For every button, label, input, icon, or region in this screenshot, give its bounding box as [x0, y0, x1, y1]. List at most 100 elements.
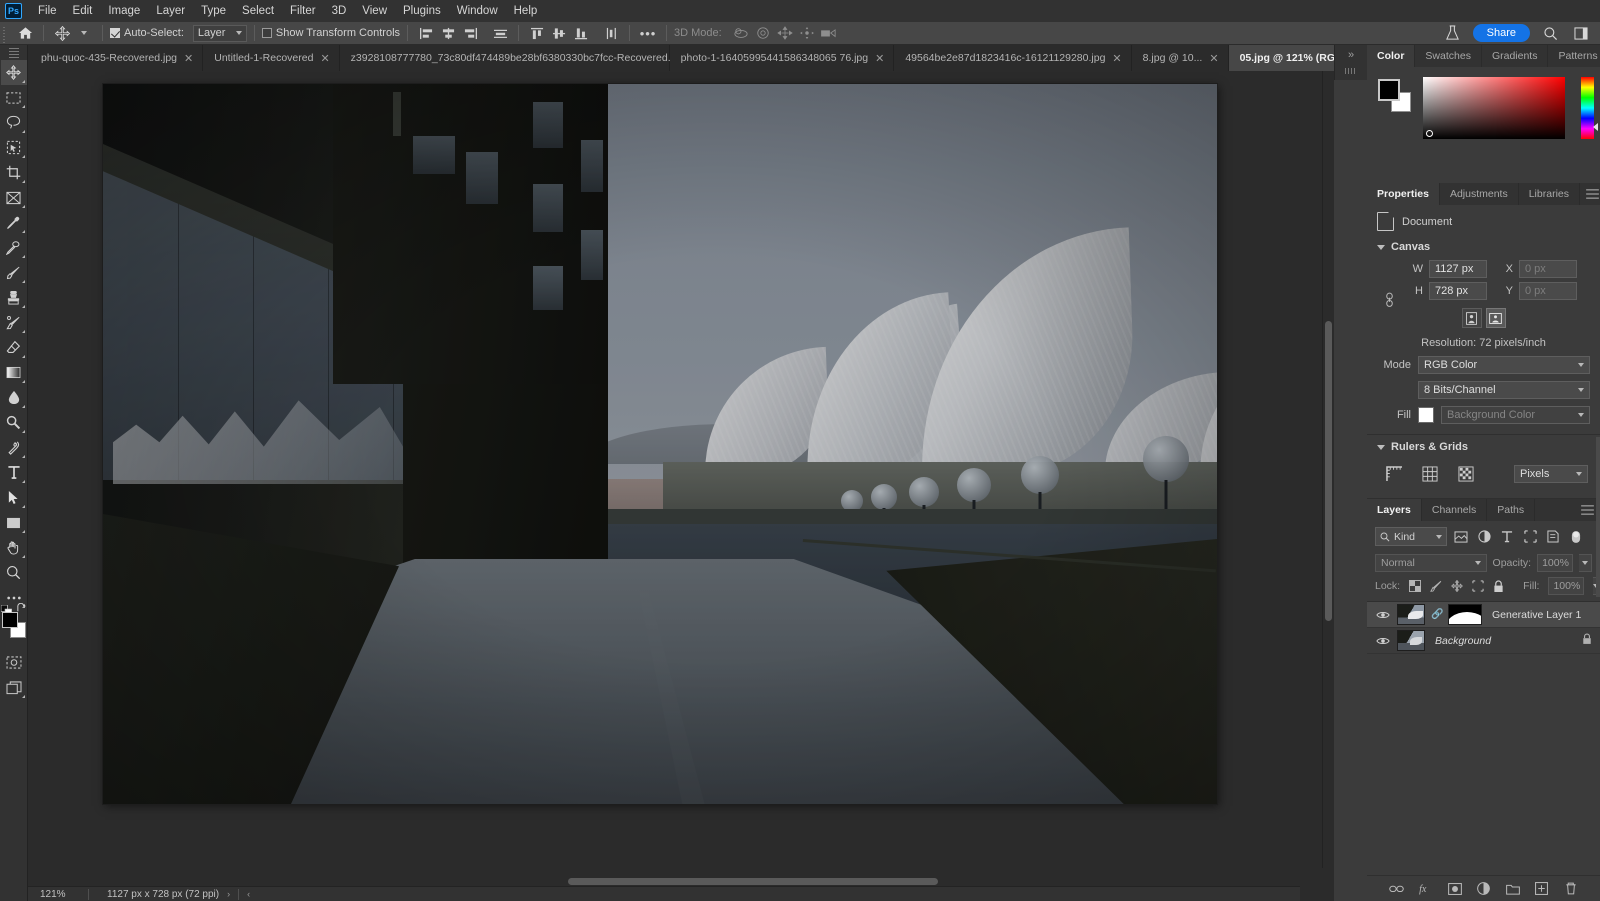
lock-transparent-pixels-icon[interactable]	[1409, 579, 1422, 593]
layer-row-generative-layer-1[interactable]: 🔗 Generative Layer 1	[1367, 602, 1600, 628]
fill-color-swatch[interactable]	[1418, 407, 1434, 423]
menu-help[interactable]: Help	[506, 2, 546, 20]
filter-pixel-icon[interactable]	[1452, 528, 1470, 546]
blend-mode-dropdown[interactable]: Normal	[1375, 554, 1487, 572]
x-input[interactable]: 0 px	[1519, 260, 1577, 278]
clone-stamp-tool[interactable]	[1, 285, 27, 310]
move-tool-icon[interactable]	[51, 23, 73, 43]
tab-patterns[interactable]: Patterns	[1548, 45, 1600, 67]
search-icon[interactable]	[1539, 23, 1561, 43]
tab-libraries[interactable]: Libraries	[1519, 183, 1580, 205]
rulers-icon[interactable]	[1383, 464, 1405, 484]
rectangle-tool[interactable]	[1, 510, 27, 535]
tab-channels[interactable]: Channels	[1422, 499, 1488, 521]
menu-edit[interactable]: Edit	[65, 2, 101, 20]
dodge-tool[interactable]	[1, 410, 27, 435]
add-mask-icon[interactable]	[1447, 881, 1463, 897]
lock-image-pixels-icon[interactable]	[1430, 579, 1442, 593]
new-group-icon[interactable]	[1505, 881, 1521, 897]
canvas-section-header[interactable]: Canvas	[1367, 238, 1600, 256]
menu-plugins[interactable]: Plugins	[395, 2, 449, 20]
canvas-horizontal-scroll-thumb[interactable]	[568, 878, 938, 885]
close-icon[interactable]: ✕	[184, 52, 193, 65]
tab-properties[interactable]: Properties	[1367, 183, 1440, 205]
document-tab-5[interactable]: 8.jpg @ 10... ✕	[1131, 45, 1229, 71]
rulers-grids-section-header[interactable]: Rulers & Grids	[1367, 435, 1600, 456]
home-icon[interactable]	[14, 23, 36, 43]
new-fill-adjustment-icon[interactable]	[1476, 881, 1492, 897]
blur-tool[interactable]	[1, 385, 27, 410]
hand-tool[interactable]	[1, 535, 27, 560]
status-zoom-level[interactable]: 121%	[28, 889, 88, 900]
spot-healing-brush-tool[interactable]	[1, 235, 27, 260]
units-dropdown[interactable]: Pixels	[1514, 465, 1588, 483]
y-input[interactable]: 0 px	[1519, 282, 1577, 300]
panel-menu-icon[interactable]	[1580, 183, 1600, 205]
link-icon[interactable]	[1384, 292, 1395, 311]
dock-strip-grip[interactable]	[1345, 68, 1357, 74]
lock-position-icon[interactable]	[1451, 579, 1463, 593]
close-icon[interactable]: ✕	[1112, 52, 1121, 65]
foreground-color-swatch[interactable]	[1, 612, 18, 628]
status-left-arrow-icon[interactable]: ‹	[239, 889, 258, 899]
move-tool[interactable]	[0, 60, 27, 85]
layer-visibility-icon[interactable]	[1375, 636, 1391, 646]
layer-filter-kind-dropdown[interactable]: Kind	[1375, 527, 1447, 546]
eraser-tool[interactable]	[1, 335, 27, 360]
distribute-horizontal-icon[interactable]	[489, 23, 511, 43]
menu-filter[interactable]: Filter	[282, 2, 324, 20]
tool-preset-chevron-icon[interactable]	[73, 23, 95, 43]
auto-select-checkbox[interactable]: Auto-Select:	[110, 27, 184, 39]
transparency-grid-icon[interactable]	[1455, 464, 1477, 484]
lock-all-icon[interactable]	[1493, 579, 1504, 593]
properties-panel-scrollbar[interactable]	[1596, 437, 1600, 597]
fill-input[interactable]: 100%	[1548, 577, 1585, 595]
document-canvas[interactable]	[103, 84, 1217, 804]
opacity-stepper[interactable]	[1579, 554, 1592, 572]
zoom-tool[interactable]	[1, 560, 27, 585]
menu-image[interactable]: Image	[100, 2, 148, 20]
auto-select-scope-dropdown[interactable]: Layer	[192, 24, 247, 42]
lock-artboard-icon[interactable]	[1472, 579, 1484, 593]
show-transform-controls-checkbox[interactable]: Show Transform Controls	[261, 27, 400, 39]
tab-swatches[interactable]: Swatches	[1415, 45, 1482, 67]
canvas-vertical-scroll-thumb[interactable]	[1325, 321, 1332, 621]
distribute-vertical-icon[interactable]	[600, 23, 622, 43]
history-brush-tool[interactable]	[1, 310, 27, 335]
tab-paths[interactable]: Paths	[1487, 499, 1536, 521]
fill-dropdown[interactable]: Background Color	[1441, 406, 1590, 424]
landscape-icon[interactable]	[1485, 308, 1506, 328]
tab-adjustments[interactable]: Adjustments	[1440, 183, 1519, 205]
frame-tool[interactable]	[1, 185, 27, 210]
tab-gradients[interactable]: Gradients	[1482, 45, 1549, 67]
pan-3d-icon[interactable]	[774, 23, 796, 43]
options-bar-grip[interactable]	[0, 21, 8, 45]
layer-mask-thumbnail[interactable]	[1448, 604, 1482, 625]
height-input[interactable]: 728 px	[1429, 282, 1487, 300]
gradient-tool[interactable]	[1, 360, 27, 385]
filter-toggle-icon[interactable]	[1567, 528, 1585, 546]
flask-icon[interactable]	[1442, 23, 1464, 43]
width-input[interactable]: 1127 px	[1429, 260, 1487, 278]
canvas-vertical-scrollbar[interactable]	[1322, 71, 1333, 868]
color-picker-handle[interactable]	[1426, 130, 1433, 137]
dock-collapse-icon[interactable]: »	[1335, 45, 1367, 64]
document-tab-4[interactable]: 49564be2e87d1823416c-16121129280.jpg ✕	[894, 45, 1132, 71]
align-bottom-edges-icon[interactable]	[570, 23, 592, 43]
filter-shape-icon[interactable]	[1521, 528, 1539, 546]
layer-row-background[interactable]: Background	[1367, 628, 1600, 654]
path-selection-tool[interactable]	[1, 485, 27, 510]
layer-name[interactable]: Generative Layer 1	[1492, 609, 1581, 621]
pen-tool[interactable]	[1, 435, 27, 460]
roll-3d-icon[interactable]	[752, 23, 774, 43]
delete-layer-icon[interactable]	[1563, 881, 1579, 897]
menu-layer[interactable]: Layer	[148, 2, 193, 20]
canvas-area[interactable]	[28, 71, 1300, 868]
slide-3d-icon[interactable]	[796, 23, 818, 43]
document-tab-3[interactable]: photo-1-16405995441586348065 76.jpg ✕	[669, 45, 895, 71]
document-tab-0[interactable]: phu-quoc-435-Recovered.jpg ✕	[30, 45, 204, 71]
tools-panel-grip[interactable]	[8, 48, 19, 58]
align-vertical-centers-icon[interactable]	[548, 23, 570, 43]
bit-depth-dropdown[interactable]: 8 Bits/Channel	[1418, 381, 1590, 399]
align-right-edges-icon[interactable]	[459, 23, 481, 43]
